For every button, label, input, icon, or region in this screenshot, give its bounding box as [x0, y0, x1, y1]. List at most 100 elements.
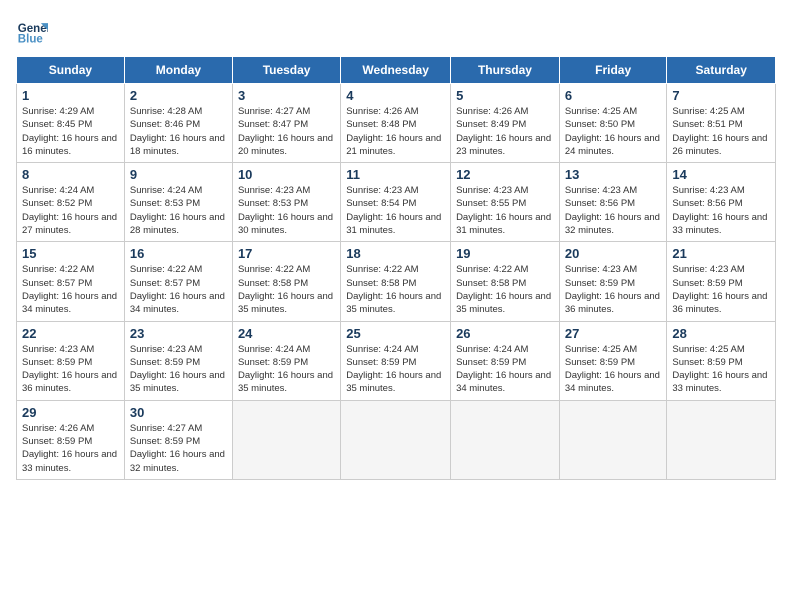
day-number: 14	[672, 167, 770, 182]
day-info: Sunrise: 4:23 AM Sunset: 8:56 PM Dayligh…	[672, 184, 770, 237]
day-header-monday: Monday	[124, 57, 232, 84]
day-number: 19	[456, 246, 554, 261]
day-header-saturday: Saturday	[667, 57, 776, 84]
day-number: 16	[130, 246, 227, 261]
day-info: Sunrise: 4:22 AM Sunset: 8:57 PM Dayligh…	[130, 263, 227, 316]
day-cell-12: 12 Sunrise: 4:23 AM Sunset: 8:55 PM Dayli…	[451, 163, 560, 242]
day-info: Sunrise: 4:23 AM Sunset: 8:54 PM Dayligh…	[346, 184, 445, 237]
day-cell-26: 26Sunrise: 4:24 AM Sunset: 8:59 PM Dayli…	[451, 321, 560, 400]
day-info: Sunrise: 4:23 AM Sunset: 8:59 PM Dayligh…	[22, 343, 119, 396]
day-cell-28: 28 Sunrise: 4:25 AM Sunset: 8:59 PM Dayli…	[667, 321, 776, 400]
day-info: Sunrise: 4:24 AM Sunset: 8:52 PM Dayligh…	[22, 184, 119, 237]
day-cell-2: 2 Sunrise: 4:28 AM Sunset: 8:46 PM Daylig…	[124, 84, 232, 163]
day-number: 18	[346, 246, 445, 261]
day-cell-10: 10 Sunrise: 4:23 AM Sunset: 8:53 PM Dayli…	[232, 163, 340, 242]
day-cell-29: 29 Sunrise: 4:26 AM Sunset: 8:59 PM Dayli…	[17, 400, 125, 479]
day-info: Sunrise: 4:23 AM Sunset: 8:55 PM Dayligh…	[456, 184, 554, 237]
day-info: Sunrise: 4:22 AM Sunset: 8:57 PM Dayligh…	[22, 263, 119, 316]
day-cell-16: 16 Sunrise: 4:22 AM Sunset: 8:57 PM Dayli…	[124, 242, 232, 321]
day-number: 20	[565, 246, 662, 261]
logo-icon: General Blue	[16, 16, 48, 48]
day-number: 25	[346, 326, 445, 341]
calendar-week-2: 8 Sunrise: 4:24 AM Sunset: 8:52 PM Daylig…	[17, 163, 776, 242]
day-number: 22	[22, 326, 119, 341]
day-cell-24: 24 Sunrise: 4:24 AM Sunset: 8:59 PM Dayli…	[232, 321, 340, 400]
day-number: 2	[130, 88, 227, 103]
day-cell-21: 21 Sunrise: 4:23 AM Sunset: 8:59 PM Dayli…	[667, 242, 776, 321]
day-number: 29	[22, 405, 119, 420]
day-info: Sunrise: 4:25 AM Sunset: 8:59 PM Dayligh…	[672, 343, 770, 396]
day-info: Sunrise: 4:24 AM Sunset: 8:53 PM Dayligh…	[130, 184, 227, 237]
day-info: Sunrise: 4:25 AM Sunset: 8:51 PM Dayligh…	[672, 105, 770, 158]
day-info: Sunrise: 4:26 AM Sunset: 8:59 PM Dayligh…	[22, 422, 119, 475]
day-number: 27	[565, 326, 662, 341]
day-header-sunday: Sunday	[17, 57, 125, 84]
day-info: Sunrise: 4:23 AM Sunset: 8:59 PM Dayligh…	[130, 343, 227, 396]
day-cell-11: 11 Sunrise: 4:23 AM Sunset: 8:54 PM Dayli…	[341, 163, 451, 242]
day-cell-3: 3 Sunrise: 4:27 AM Sunset: 8:47 PM Daylig…	[232, 84, 340, 163]
day-header-thursday: Thursday	[451, 57, 560, 84]
day-number: 9	[130, 167, 227, 182]
day-header-tuesday: Tuesday	[232, 57, 340, 84]
day-number: 15	[22, 246, 119, 261]
day-cell-18: 18Sunrise: 4:22 AM Sunset: 8:58 PM Dayli…	[341, 242, 451, 321]
day-cell-20: 20 Sunrise: 4:23 AM Sunset: 8:59 PM Dayli…	[559, 242, 667, 321]
day-info: Sunrise: 4:22 AM Sunset: 8:58 PM Dayligh…	[456, 263, 554, 316]
day-cell-5: 5 Sunrise: 4:26 AM Sunset: 8:49 PM Daylig…	[451, 84, 560, 163]
day-info: Sunrise: 4:24 AM Sunset: 8:59 PM Dayligh…	[238, 343, 335, 396]
empty-cell	[559, 400, 667, 479]
empty-cell	[451, 400, 560, 479]
day-cell-17: 17Sunrise: 4:22 AM Sunset: 8:58 PM Dayli…	[232, 242, 340, 321]
day-cell-4: 4Sunrise: 4:26 AM Sunset: 8:48 PM Daylig…	[341, 84, 451, 163]
day-cell-8: 8 Sunrise: 4:24 AM Sunset: 8:52 PM Daylig…	[17, 163, 125, 242]
day-cell-19: 19 Sunrise: 4:22 AM Sunset: 8:58 PM Dayli…	[451, 242, 560, 321]
day-number: 21	[672, 246, 770, 261]
day-cell-23: 23Sunrise: 4:23 AM Sunset: 8:59 PM Dayli…	[124, 321, 232, 400]
day-info: Sunrise: 4:29 AM Sunset: 8:45 PM Dayligh…	[22, 105, 119, 158]
svg-text:Blue: Blue	[18, 34, 44, 46]
day-cell-25: 25 Sunrise: 4:24 AM Sunset: 8:59 PM Dayli…	[341, 321, 451, 400]
day-number: 12	[456, 167, 554, 182]
day-cell-15: 15 Sunrise: 4:22 AM Sunset: 8:57 PM Dayli…	[17, 242, 125, 321]
calendar-header-row: SundayMondayTuesdayWednesdayThursdayFrid…	[17, 57, 776, 84]
day-info: Sunrise: 4:23 AM Sunset: 8:53 PM Dayligh…	[238, 184, 335, 237]
day-cell-6: 6 Sunrise: 4:25 AM Sunset: 8:50 PM Daylig…	[559, 84, 667, 163]
day-number: 3	[238, 88, 335, 103]
day-number: 24	[238, 326, 335, 341]
empty-cell	[232, 400, 340, 479]
header: General Blue	[16, 16, 776, 48]
day-info: Sunrise: 4:28 AM Sunset: 8:46 PM Dayligh…	[130, 105, 227, 158]
day-info: Sunrise: 4:23 AM Sunset: 8:59 PM Dayligh…	[672, 263, 770, 316]
day-info: Sunrise: 4:25 AM Sunset: 8:50 PM Dayligh…	[565, 105, 662, 158]
day-number: 10	[238, 167, 335, 182]
empty-cell	[341, 400, 451, 479]
day-cell-9: 9 Sunrise: 4:24 AM Sunset: 8:53 PM Daylig…	[124, 163, 232, 242]
day-info: Sunrise: 4:27 AM Sunset: 8:47 PM Dayligh…	[238, 105, 335, 158]
day-number: 30	[130, 405, 227, 420]
logo: General Blue	[16, 16, 48, 48]
calendar-table: SundayMondayTuesdayWednesdayThursdayFrid…	[16, 56, 776, 480]
day-info: Sunrise: 4:23 AM Sunset: 8:59 PM Dayligh…	[565, 263, 662, 316]
day-cell-1: 1Sunrise: 4:29 AM Sunset: 8:45 PM Daylig…	[17, 84, 125, 163]
day-number: 4	[346, 88, 445, 103]
day-header-friday: Friday	[559, 57, 667, 84]
day-number: 8	[22, 167, 119, 182]
day-number: 6	[565, 88, 662, 103]
day-cell-14: 14 Sunrise: 4:23 AM Sunset: 8:56 PM Dayli…	[667, 163, 776, 242]
day-info: Sunrise: 4:24 AM Sunset: 8:59 PM Dayligh…	[346, 343, 445, 396]
day-number: 11	[346, 167, 445, 182]
day-number: 5	[456, 88, 554, 103]
day-cell-30: 30Sunrise: 4:27 AM Sunset: 8:59 PM Dayli…	[124, 400, 232, 479]
day-info: Sunrise: 4:26 AM Sunset: 8:49 PM Dayligh…	[456, 105, 554, 158]
day-cell-27: 27 Sunrise: 4:25 AM Sunset: 8:59 PM Dayli…	[559, 321, 667, 400]
day-header-wednesday: Wednesday	[341, 57, 451, 84]
calendar-week-4: 22 Sunrise: 4:23 AM Sunset: 8:59 PM Dayli…	[17, 321, 776, 400]
day-number: 28	[672, 326, 770, 341]
empty-cell	[667, 400, 776, 479]
day-info: Sunrise: 4:25 AM Sunset: 8:59 PM Dayligh…	[565, 343, 662, 396]
day-number: 7	[672, 88, 770, 103]
calendar-week-1: 1Sunrise: 4:29 AM Sunset: 8:45 PM Daylig…	[17, 84, 776, 163]
day-info: Sunrise: 4:24 AM Sunset: 8:59 PM Dayligh…	[456, 343, 554, 396]
day-cell-22: 22 Sunrise: 4:23 AM Sunset: 8:59 PM Dayli…	[17, 321, 125, 400]
day-info: Sunrise: 4:22 AM Sunset: 8:58 PM Dayligh…	[238, 263, 335, 316]
